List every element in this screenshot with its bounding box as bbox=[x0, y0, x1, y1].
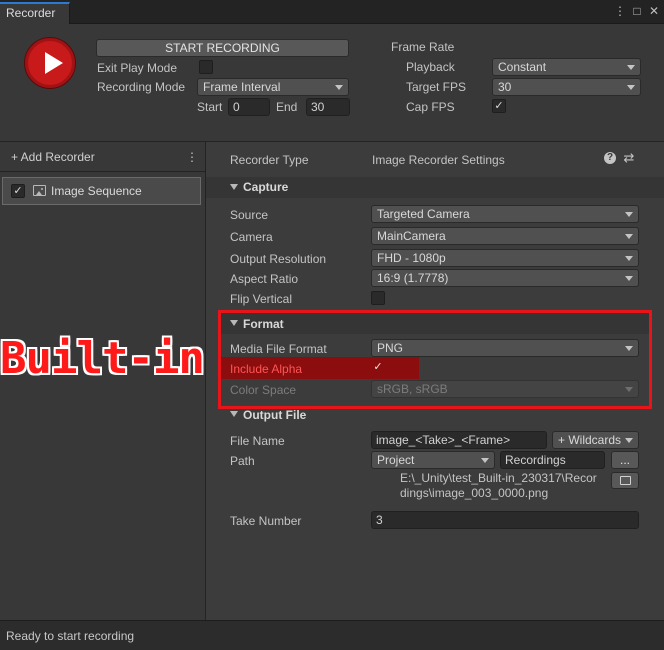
path-folder-field[interactable]: Recordings bbox=[500, 451, 605, 469]
tab-recorder-label: Recorder bbox=[6, 6, 56, 20]
playback-label: Playback bbox=[406, 60, 455, 74]
open-folder-icon bbox=[620, 476, 631, 485]
path-label: Path bbox=[230, 454, 255, 468]
recorder-list-menu-icon[interactable]: ⋮ bbox=[186, 149, 198, 165]
take-number-field[interactable]: 3 bbox=[371, 511, 639, 529]
add-recorder-button[interactable]: + Add Recorder bbox=[11, 149, 95, 165]
foldout-arrow-icon[interactable] bbox=[230, 184, 238, 190]
maximize-icon[interactable]: □ bbox=[630, 4, 644, 18]
cap-fps-checkbox[interactable]: ✓ bbox=[492, 99, 506, 113]
recording-mode-value: Frame Interval bbox=[203, 80, 281, 94]
built-in-annotation: Built-in bbox=[0, 333, 205, 384]
play-icon bbox=[45, 52, 63, 74]
file-name-field[interactable]: image_<Take>_<Frame> bbox=[371, 431, 547, 449]
path-root-dropdown[interactable]: Project bbox=[371, 451, 495, 469]
target-fps-dropdown[interactable]: 30 bbox=[492, 78, 641, 96]
chevron-down-icon bbox=[625, 256, 633, 261]
close-icon[interactable]: ✕ bbox=[647, 4, 661, 18]
file-name-label: File Name bbox=[230, 434, 285, 448]
resolved-path-line-2: dings\image_003_0000.png bbox=[400, 486, 549, 500]
status-text: Ready to start recording bbox=[6, 629, 135, 643]
recorder-enabled-checkbox[interactable]: ✓ bbox=[11, 184, 25, 198]
record-play-button[interactable] bbox=[25, 38, 75, 88]
chevron-down-icon bbox=[625, 276, 633, 281]
end-label: End bbox=[276, 100, 298, 114]
target-fps-value: 30 bbox=[498, 80, 512, 94]
start-frame-field[interactable]: 0 bbox=[228, 98, 270, 116]
help-icon[interactable]: ? bbox=[604, 152, 616, 164]
chevron-down-icon bbox=[627, 65, 635, 70]
browse-button[interactable]: ... bbox=[611, 451, 639, 469]
list-item-label: Image Sequence bbox=[51, 184, 142, 198]
camera-value: MainCamera bbox=[377, 229, 446, 243]
target-fps-label: Target FPS bbox=[406, 80, 467, 94]
recording-mode-label: Recording Mode bbox=[97, 80, 186, 94]
exit-play-mode-checkbox[interactable] bbox=[199, 60, 213, 74]
take-number-label: Take Number bbox=[230, 514, 302, 528]
tab-recorder[interactable]: Recorder bbox=[0, 2, 70, 24]
chevron-down-icon bbox=[335, 85, 343, 90]
chevron-down-icon bbox=[481, 458, 489, 463]
recorder-type-value: Image Recorder Settings bbox=[372, 153, 505, 167]
chevron-down-icon bbox=[625, 212, 633, 217]
resolved-path-line-1: E:\_Unity\test_Built-in_230317\Recor bbox=[400, 471, 597, 485]
end-frame-field[interactable]: 30 bbox=[306, 98, 350, 116]
frame-rate-label: Frame Rate bbox=[391, 40, 455, 54]
flip-vertical-checkbox[interactable] bbox=[371, 291, 385, 305]
flip-vertical-label: Flip Vertical bbox=[230, 292, 293, 306]
open-folder-button[interactable] bbox=[611, 472, 639, 489]
wildcards-dropdown[interactable]: + Wildcards bbox=[552, 431, 639, 449]
start-recording-button[interactable]: START RECORDING bbox=[96, 39, 349, 57]
window-tab-bar: Recorder ⋮ □ ✕ bbox=[0, 0, 664, 24]
wildcards-label: + Wildcards bbox=[558, 433, 622, 447]
source-value: Targeted Camera bbox=[377, 207, 470, 221]
cap-fps-label: Cap FPS bbox=[406, 100, 455, 114]
path-root-value: Project bbox=[377, 453, 415, 467]
resolved-path: E:\_Unity\test_Built-in_230317\Recor din… bbox=[400, 471, 597, 501]
camera-label: Camera bbox=[230, 230, 273, 244]
recording-mode-dropdown[interactable]: Frame Interval bbox=[197, 78, 349, 96]
aspect-ratio-dropdown[interactable]: 16:9 (1.7778) bbox=[371, 269, 639, 287]
camera-dropdown[interactable]: MainCamera bbox=[371, 227, 639, 245]
source-dropdown[interactable]: Targeted Camera bbox=[371, 205, 639, 223]
chevron-down-icon bbox=[625, 438, 633, 443]
output-file-section-title: Output File bbox=[243, 408, 307, 422]
aspect-ratio-label: Aspect Ratio bbox=[230, 272, 299, 286]
playback-value: Constant bbox=[498, 60, 547, 74]
format-highlight-box bbox=[218, 310, 652, 409]
foldout-arrow-icon[interactable] bbox=[230, 411, 238, 417]
status-bar: Ready to start recording bbox=[0, 620, 664, 650]
aspect-ratio-value: 16:9 (1.7778) bbox=[377, 271, 449, 285]
source-label: Source bbox=[230, 208, 269, 222]
kebab-menu-icon[interactable]: ⋮ bbox=[613, 4, 627, 18]
chevron-down-icon bbox=[627, 85, 635, 90]
recorder-type-label: Recorder Type bbox=[230, 153, 309, 167]
output-resolution-label: Output Resolution bbox=[230, 252, 327, 266]
image-icon bbox=[33, 185, 46, 196]
playback-dropdown[interactable]: Constant bbox=[492, 58, 641, 76]
exit-play-mode-label: Exit Play Mode bbox=[97, 61, 178, 75]
output-resolution-value: FHD - 1080p bbox=[377, 251, 446, 265]
output-resolution-dropdown[interactable]: FHD - 1080p bbox=[371, 249, 639, 267]
start-label: Start bbox=[197, 100, 223, 114]
capture-section-title: Capture bbox=[243, 180, 289, 194]
chevron-down-icon bbox=[625, 234, 633, 239]
list-item[interactable]: ✓ Image Sequence bbox=[2, 177, 201, 205]
presets-icon[interactable]: ⇄ bbox=[622, 150, 636, 166]
